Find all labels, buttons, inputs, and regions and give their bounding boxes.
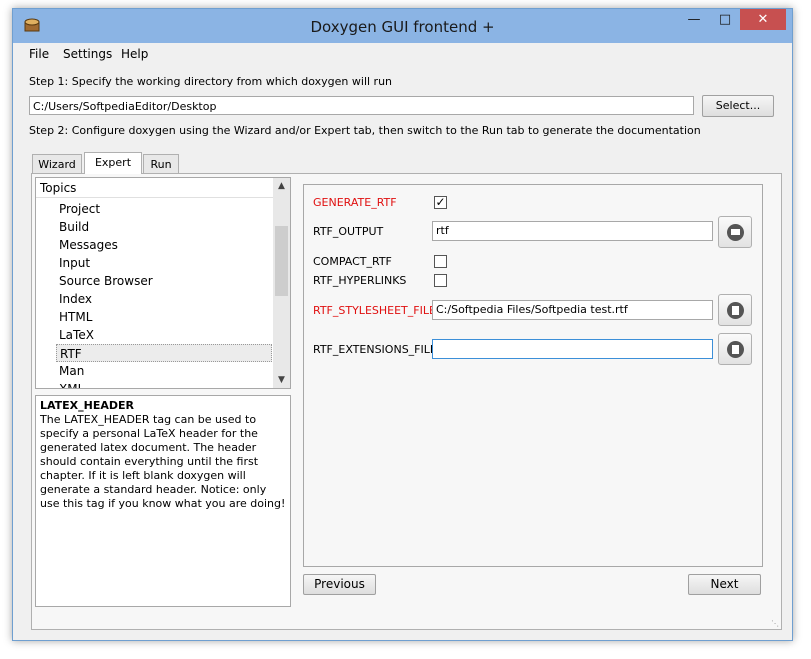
rtf-stylesheet-file-input[interactable]: C:/Softpedia Files/Softpedia test.rtf: [432, 300, 713, 320]
rtf-output-input[interactable]: rtf: [432, 221, 713, 241]
client-area: File Settings Help Step 1: Specify the w…: [21, 43, 784, 632]
rtf-extensions-file-label: RTF_EXTENSIONS_FILE: [313, 343, 437, 356]
step2-label: Step 2: Configure doxygen using the Wiza…: [29, 124, 701, 137]
file-icon: [727, 302, 744, 319]
help-panel: LATEX_HEADER The LATEX_HEADER tag can be…: [35, 395, 291, 607]
topic-html[interactable]: HTML: [56, 308, 272, 326]
scrollbar-thumb[interactable]: [275, 226, 288, 296]
rtf-output-browse-button[interactable]: [718, 216, 752, 248]
main-window: Doxygen GUI frontend + — □ ✕ File Settin…: [12, 8, 793, 641]
tab-expert[interactable]: Expert: [84, 152, 142, 174]
tab-wizard[interactable]: Wizard: [32, 154, 82, 174]
rtf-settings-panel: GENERATE_RTF ✓ RTF_OUTPUT rtf COMPACT_RT…: [303, 184, 763, 567]
topic-build[interactable]: Build: [56, 218, 272, 236]
topic-man[interactable]: Man: [56, 362, 272, 380]
tab-run[interactable]: Run: [143, 154, 179, 174]
topics-scrollbar[interactable]: ▲ ▼: [273, 178, 290, 388]
folder-icon: [727, 224, 744, 241]
topic-source-browser[interactable]: Source Browser: [56, 272, 272, 290]
expert-tab-panel: Topics Project Build Messages Input Sour…: [31, 173, 782, 630]
rtf-hyperlinks-label: RTF_HYPERLINKS: [313, 274, 407, 287]
window-title: Doxygen GUI frontend +: [310, 18, 495, 36]
title-bar[interactable]: Doxygen GUI frontend + — □ ✕: [13, 9, 792, 43]
compact-rtf-label: COMPACT_RTF: [313, 255, 392, 268]
previous-button[interactable]: Previous: [303, 574, 376, 595]
rtf-extensions-file-input[interactable]: [432, 339, 713, 359]
generate-rtf-label: GENERATE_RTF: [313, 196, 397, 209]
rtf-output-label: RTF_OUTPUT: [313, 225, 384, 238]
scroll-down-arrow-icon[interactable]: ▼: [273, 372, 290, 388]
menu-file[interactable]: File: [29, 47, 49, 61]
topics-list[interactable]: Topics Project Build Messages Input Sour…: [35, 177, 291, 389]
topic-messages[interactable]: Messages: [56, 236, 272, 254]
check-icon: ✓: [435, 195, 446, 209]
topic-input[interactable]: Input: [56, 254, 272, 272]
select-directory-button[interactable]: Select...: [702, 95, 774, 117]
next-button[interactable]: Next: [688, 574, 761, 595]
scroll-up-arrow-icon[interactable]: ▲: [273, 178, 290, 194]
rtf-extensions-browse-button[interactable]: [718, 333, 752, 365]
minimize-button[interactable]: —: [680, 9, 708, 30]
maximize-button[interactable]: □: [711, 9, 739, 30]
menu-bar: File Settings Help: [21, 43, 784, 65]
rtf-hyperlinks-checkbox[interactable]: [434, 274, 447, 287]
menu-settings[interactable]: Settings: [63, 47, 112, 61]
file-icon: [727, 341, 744, 358]
rtf-stylesheet-browse-button[interactable]: [718, 294, 752, 326]
help-text: The LATEX_HEADER tag can be used to spec…: [40, 413, 286, 510]
compact-rtf-checkbox[interactable]: [434, 255, 447, 268]
resize-grip-icon[interactable]: ⋱: [771, 619, 781, 629]
topic-latex[interactable]: LaTeX: [56, 326, 272, 344]
close-button[interactable]: ✕: [740, 9, 786, 30]
step1-label: Step 1: Specify the working directory fr…: [29, 75, 393, 88]
menu-help[interactable]: Help: [121, 47, 148, 61]
rtf-stylesheet-file-label: RTF_STYLESHEET_FILE: [313, 304, 436, 317]
help-title: LATEX_HEADER: [40, 399, 135, 412]
working-directory-input[interactable]: C:/Users/SoftpediaEditor/Desktop: [29, 96, 694, 115]
topic-project[interactable]: Project: [56, 200, 272, 218]
topic-index[interactable]: Index: [56, 290, 272, 308]
topic-rtf[interactable]: RTF: [56, 344, 272, 362]
topic-xml[interactable]: XML: [56, 380, 272, 388]
generate-rtf-checkbox[interactable]: ✓: [434, 196, 447, 209]
topics-header: Topics: [36, 178, 274, 198]
